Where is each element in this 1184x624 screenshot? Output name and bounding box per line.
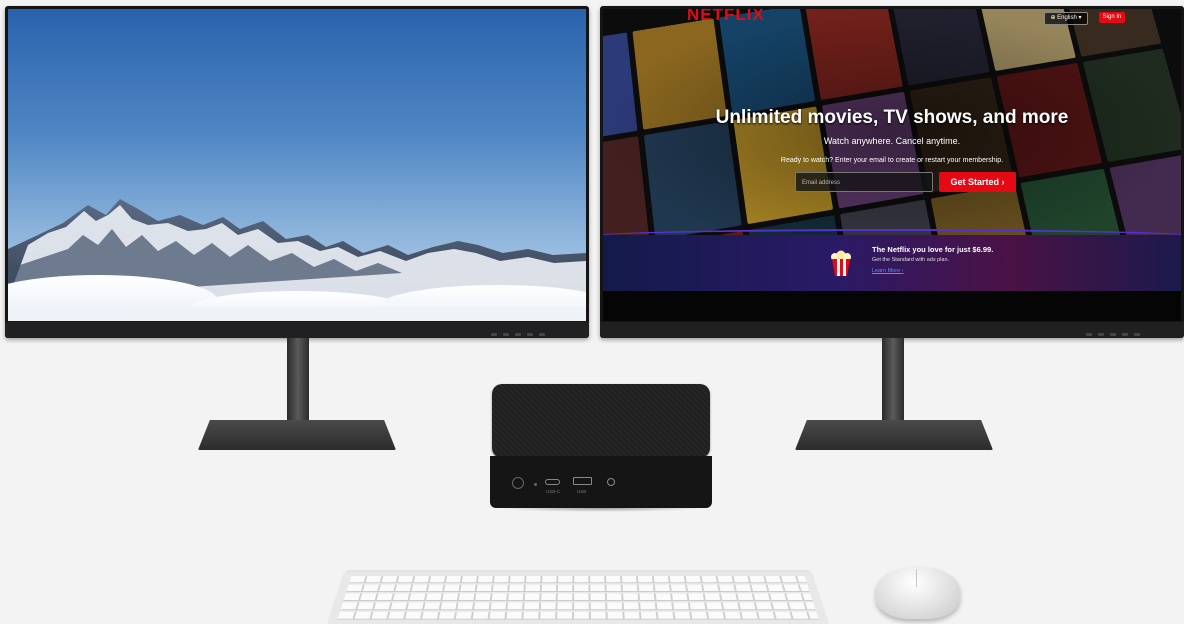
key-row	[340, 602, 816, 611]
left-monitor-base	[198, 420, 396, 450]
chevron-down-icon: ▾	[1078, 15, 1082, 21]
monitor-buttons[interactable]	[491, 333, 545, 336]
globe-icon: ⊕	[1050, 15, 1056, 21]
language-select[interactable]: ⊕ English ▾	[1044, 12, 1088, 25]
key-row	[337, 611, 819, 620]
learn-more-link[interactable]: Learn More ›	[872, 268, 904, 274]
audio-jack	[607, 478, 615, 486]
usb-c-port	[545, 479, 560, 485]
page-bottom-area	[603, 291, 1181, 321]
hero-headline: Unlimited movies, TV shows, and more	[715, 107, 1069, 128]
hero-subheadline: Watch anywhere. Cancel anytime.	[823, 136, 961, 146]
chevron-right-icon: ›	[901, 268, 904, 274]
mouse[interactable]	[876, 567, 960, 619]
get-started-button[interactable]: Get Started ›	[939, 172, 1016, 192]
mountain-wallpaper	[8, 9, 586, 321]
monitor-bezel	[5, 322, 589, 338]
chevron-right-icon: ›	[1001, 177, 1005, 187]
learn-more-label: Learn More	[872, 268, 901, 274]
right-monitor: NETFLIX ⊕ English ▾ Sign In Unlimited mo…	[600, 6, 1184, 338]
usb-a-port	[573, 477, 592, 485]
left-monitor	[5, 6, 589, 338]
mouse-button-split	[916, 569, 917, 587]
membership-cta-text: Ready to watch? Enter your email to crea…	[780, 157, 1004, 164]
left-monitor-screen	[8, 9, 586, 321]
key-row	[346, 584, 810, 592]
key-row	[349, 576, 807, 584]
popcorn-icon	[831, 250, 851, 276]
monitor-bezel	[600, 322, 1184, 338]
get-started-label: Get Started	[950, 177, 999, 187]
key-row	[343, 593, 813, 601]
language-label: English	[1057, 15, 1077, 21]
promo-curve	[603, 229, 1181, 245]
right-monitor-screen: NETFLIX ⊕ English ▾ Sign In Unlimited mo…	[603, 9, 1181, 321]
keyboard[interactable]	[328, 571, 828, 624]
monitor-buttons[interactable]	[1086, 333, 1140, 336]
netflix-page: NETFLIX ⊕ English ▾ Sign In Unlimited mo…	[603, 9, 1181, 321]
mini-pc-top	[492, 384, 710, 458]
right-monitor-base	[795, 420, 993, 450]
netflix-logo[interactable]: NETFLIX	[687, 9, 765, 25]
sign-in-button[interactable]: Sign In	[1099, 12, 1125, 23]
left-monitor-neck	[287, 338, 309, 424]
status-led	[534, 483, 537, 486]
usb-c-label: USB-C	[546, 489, 561, 494]
mini-pc-front-panel: USB-C USB	[490, 456, 712, 508]
right-monitor-neck	[882, 338, 904, 424]
usb-a-label: USB	[577, 489, 587, 494]
power-icon[interactable]	[512, 477, 524, 489]
email-input[interactable]: Email address	[795, 172, 933, 192]
mountain-range-image	[8, 199, 586, 321]
promo-subtitle: Get the Standard with ads plan.	[872, 257, 950, 263]
promo-title: The Netflix you love for just $6.99.	[872, 245, 994, 254]
promo-banner: The Netflix you love for just $6.99. Get…	[603, 229, 1181, 291]
